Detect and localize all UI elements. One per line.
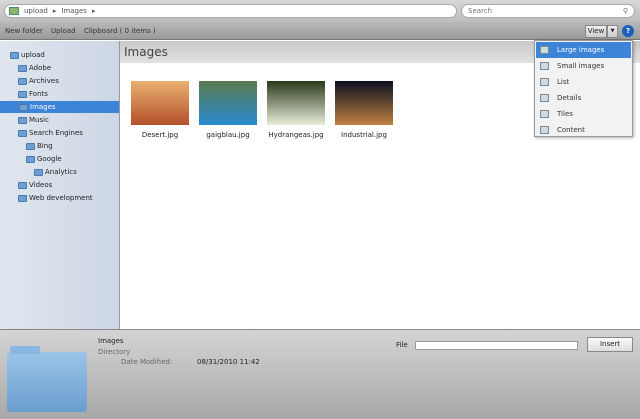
- view-menu-label: Details: [557, 94, 582, 102]
- detail-modified-value: 08/31/2010 11:42: [197, 358, 260, 366]
- file-thumbnail[interactable]: [199, 81, 257, 125]
- tree-item[interactable]: Bing: [26, 140, 53, 152]
- tree-item-label: Fonts: [29, 90, 48, 98]
- tree-item[interactable]: Archives: [18, 75, 59, 87]
- clipboard-button[interactable]: Clipboard ( 0 items ): [84, 27, 156, 35]
- tree-item[interactable]: Music: [18, 114, 49, 126]
- search-placeholder: Search: [468, 7, 493, 15]
- insert-button[interactable]: Insert: [587, 337, 633, 352]
- folder-icon: [34, 168, 43, 176]
- tree-item-label: Music: [29, 116, 49, 124]
- file-thumbnail[interactable]: [267, 81, 325, 125]
- breadcrumb-images[interactable]: Images: [61, 7, 87, 15]
- file-thumbnail[interactable]: [335, 81, 393, 125]
- folder-tab-icon: [10, 346, 40, 354]
- tree-item-label: Web development: [29, 194, 93, 202]
- tree-item-label: Adobe: [29, 64, 52, 72]
- folder-icon: [18, 194, 27, 202]
- view-menu-label: Small images: [557, 62, 605, 70]
- view-menu-item[interactable]: List: [536, 74, 631, 90]
- upload-button[interactable]: Upload: [51, 27, 76, 35]
- search-input[interactable]: Search ⚲: [461, 4, 635, 18]
- view-button[interactable]: View: [585, 25, 607, 38]
- folder-icon: [18, 181, 27, 189]
- tree-item-label: Videos: [29, 181, 53, 189]
- view-mode-icon: [540, 110, 549, 118]
- tree-item-label: upload: [21, 51, 45, 59]
- file-name[interactable]: Hydrangeas.jpg: [257, 131, 335, 139]
- file-name[interactable]: Industrial.jpg: [325, 131, 403, 139]
- file-input[interactable]: [415, 341, 578, 350]
- view-menu-label: Tiles: [557, 110, 573, 118]
- tree-item[interactable]: upload: [10, 49, 45, 61]
- view-mode-icon: [540, 94, 549, 102]
- tree-item-label: Google: [37, 155, 62, 163]
- view-mode-icon: [540, 62, 549, 70]
- breadcrumb-upload[interactable]: upload: [24, 7, 48, 15]
- view-mode-icon: [540, 78, 549, 86]
- folder-icon: [18, 129, 27, 137]
- file-name[interactable]: gaigblau.jpg: [189, 131, 267, 139]
- help-icon[interactable]: ?: [622, 25, 634, 37]
- folder-icon: [18, 90, 27, 98]
- view-menu-item[interactable]: Content: [536, 122, 631, 138]
- folder-icon: [7, 352, 87, 412]
- tree-item[interactable]: Search Engines: [18, 127, 83, 139]
- chevron-right-icon: ▸: [91, 7, 96, 15]
- view-menu-item[interactable]: Tiles: [536, 106, 631, 122]
- folder-icon: [10, 51, 19, 59]
- view-menu-item[interactable]: Large images: [536, 42, 631, 58]
- folder-icon: [18, 116, 27, 124]
- file-thumbnail[interactable]: [131, 81, 189, 125]
- folder-icon: [26, 142, 35, 150]
- toolbar: New folder Upload Clipboard ( 0 items ): [0, 22, 640, 40]
- chevron-right-icon: ▸: [52, 7, 57, 15]
- detail-modified-label: Date Modified:: [121, 358, 173, 366]
- tree-item[interactable]: Google: [26, 153, 62, 165]
- view-mode-icon: [540, 126, 549, 134]
- tree-item[interactable]: Videos: [18, 179, 52, 191]
- view-menu-item[interactable]: Small images: [536, 58, 631, 74]
- view-menu-label: List: [557, 78, 570, 86]
- view-mode-icon: [540, 46, 549, 54]
- detail-name: Images: [98, 337, 124, 345]
- view-menu-label: Content: [557, 126, 585, 134]
- tree-item-label: Images: [30, 103, 56, 111]
- address-bar[interactable]: upload ▸ Images ▸: [4, 4, 457, 18]
- folder-icon: [18, 64, 27, 72]
- tree-item[interactable]: Images: [0, 101, 119, 113]
- folder-tree: upload Adobe Archives Fonts Images Music Searc…: [0, 41, 120, 329]
- folder-icon: [19, 103, 28, 111]
- folder-icon: [18, 77, 27, 85]
- folder-icon: [26, 155, 35, 163]
- top-bar: upload ▸ Images ▸ Search ⚲: [0, 0, 640, 22]
- file-label: File: [396, 341, 408, 349]
- view-menu-item[interactable]: Details: [536, 90, 631, 106]
- tree-item-label: Archives: [29, 77, 59, 85]
- tree-item[interactable]: Analytics: [34, 166, 77, 178]
- view-menu-label: Large images: [557, 46, 605, 54]
- tree-item-label: Bing: [37, 142, 53, 150]
- view-menu: Large images Small images List Details Tiles…: [534, 40, 633, 137]
- search-icon[interactable]: ⚲: [623, 5, 628, 17]
- view-dropdown-button[interactable]: ▼: [607, 25, 618, 38]
- tree-item[interactable]: Adobe: [18, 62, 51, 74]
- tree-item[interactable]: Web development: [18, 192, 93, 204]
- tree-item-label: Search Engines: [29, 129, 83, 137]
- home-icon: [9, 7, 19, 15]
- file-name[interactable]: Desert.jpg: [121, 131, 199, 139]
- details-panel: Images Directory Date Modified: 08/31/20…: [0, 329, 640, 419]
- tree-item-label: Analytics: [45, 168, 77, 176]
- new-folder-button[interactable]: New folder: [5, 27, 43, 35]
- detail-type: Directory: [98, 348, 131, 356]
- tree-item[interactable]: Fonts: [18, 88, 48, 100]
